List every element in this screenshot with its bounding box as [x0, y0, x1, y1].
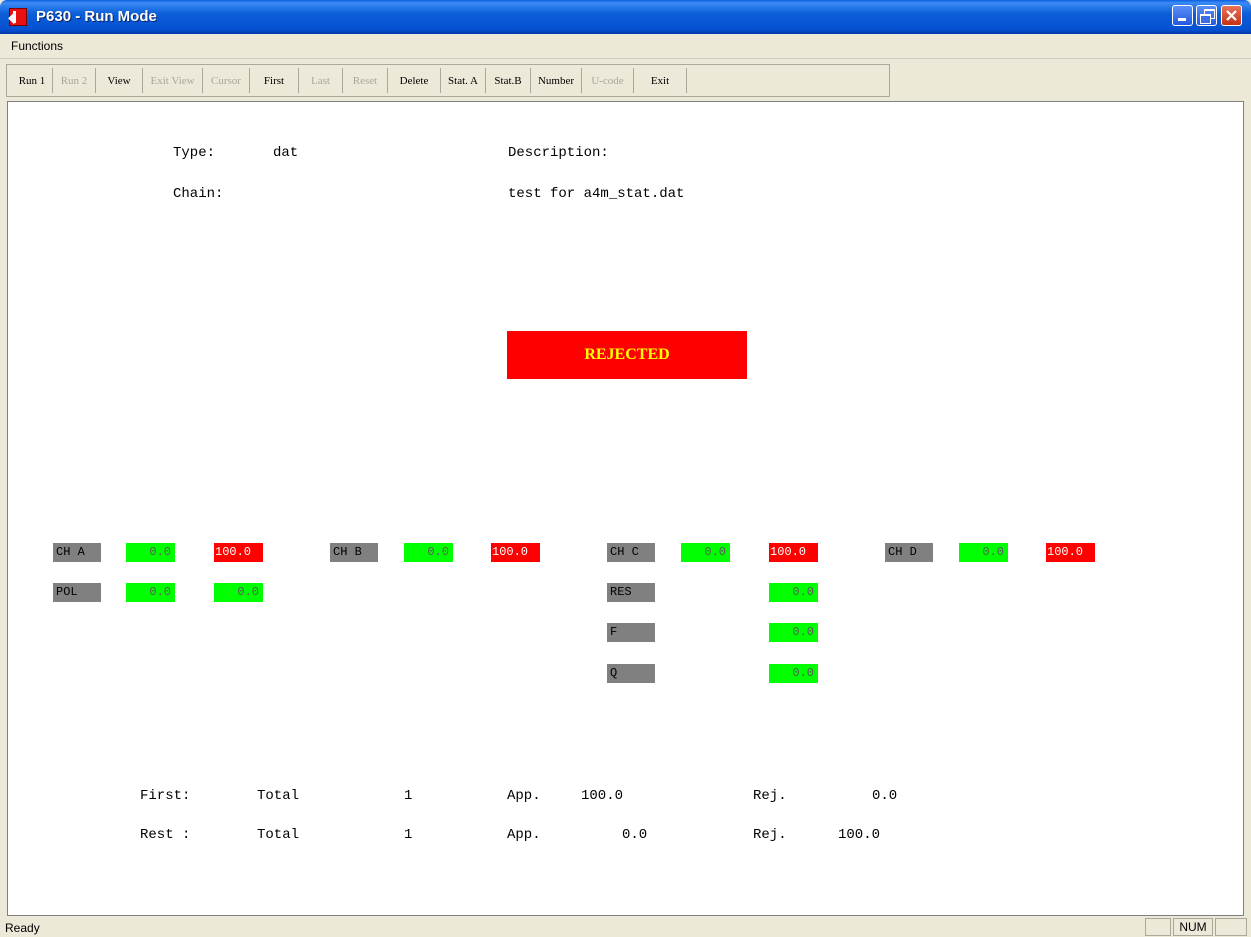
first-label: First:: [140, 788, 191, 804]
first-app-label: App.: [507, 788, 541, 804]
ch-b-high-value: 100.0: [491, 543, 540, 562]
status-bar: Ready NUM: [0, 917, 1251, 937]
window-title: P630 - Run Mode: [36, 8, 157, 25]
ch-d-label: CH D: [885, 543, 933, 562]
app-logo-icon: [9, 8, 27, 26]
exit-view-button[interactable]: Exit View: [143, 68, 203, 93]
ch-c-label: CH C: [607, 543, 655, 562]
ch-b-label: CH B: [330, 543, 378, 562]
ch-c-low-value: 0.0: [681, 543, 730, 562]
ch-a-label: CH A: [53, 543, 101, 562]
ch-b-low-value: 0.0: [404, 543, 453, 562]
last-button[interactable]: Last: [299, 68, 343, 93]
f-value: 0.0: [769, 623, 818, 642]
delete-button[interactable]: Delete: [388, 68, 441, 93]
first-rej-label: Rej.: [753, 788, 787, 804]
rest-total-label: Total: [257, 827, 300, 843]
run-2-button[interactable]: Run 2: [53, 68, 96, 93]
description-value: test for a4m_stat.dat: [508, 186, 685, 202]
rest-total-value: 1: [404, 827, 413, 843]
close-button[interactable]: [1221, 5, 1242, 26]
res-label: RES: [607, 583, 655, 602]
reset-button[interactable]: Reset: [343, 68, 388, 93]
rest-app-label: App.: [507, 827, 541, 843]
res-value: 0.0: [769, 583, 818, 602]
status-panel-caps: [1145, 918, 1171, 936]
ch-c-high-value: 100.0: [769, 543, 818, 562]
first-button[interactable]: First: [250, 68, 299, 93]
cursor-button[interactable]: Cursor: [203, 68, 250, 93]
menu-bar: Functions: [0, 34, 1251, 59]
view-button[interactable]: View: [96, 68, 143, 93]
type-label: Type:: [173, 145, 216, 161]
menu-functions[interactable]: Functions: [11, 39, 63, 53]
chain-label: Chain:: [173, 186, 224, 202]
toolbar: Run 1 Run 2 View Exit View Cursor First …: [6, 64, 890, 97]
restore-button[interactable]: [1196, 5, 1217, 26]
minimize-button[interactable]: [1172, 5, 1193, 26]
exit-button[interactable]: Exit: [634, 68, 687, 93]
rest-app-value: 0.0: [622, 827, 648, 843]
description-label: Description:: [508, 145, 609, 161]
run-mode-view: Type: dat Chain: Description: test for a…: [7, 101, 1244, 916]
pol-label: POL: [53, 583, 101, 602]
q-value: 0.0: [769, 664, 818, 683]
first-app-value: 100.0: [581, 788, 624, 804]
rest-label: Rest :: [140, 827, 191, 843]
result-status-banner: REJECTED: [507, 331, 747, 379]
ch-a-high-value: 100.0: [214, 543, 263, 562]
q-label: Q: [607, 664, 655, 683]
first-total-label: Total: [257, 788, 300, 804]
first-total-value: 1: [404, 788, 413, 804]
status-panel-scroll: [1215, 918, 1247, 936]
type-value: dat: [273, 145, 299, 161]
minimize-icon: [1178, 18, 1186, 21]
run-1-button[interactable]: Run 1: [12, 68, 53, 93]
stat-a-button[interactable]: Stat. A: [441, 68, 486, 93]
number-button[interactable]: Number: [531, 68, 582, 93]
stat-b-button[interactable]: Stat.B: [486, 68, 531, 93]
rest-rej-value: 100.0: [838, 827, 881, 843]
title-bar[interactable]: P630 - Run Mode: [0, 0, 1251, 34]
status-panel-num: NUM: [1173, 918, 1213, 936]
u-code-button[interactable]: U-code: [582, 68, 634, 93]
close-icon: [1226, 10, 1237, 21]
first-rej-value: 0.0: [872, 788, 898, 804]
ch-d-low-value: 0.0: [959, 543, 1008, 562]
ch-a-low-value: 0.0: [126, 543, 175, 562]
pol-value-1: 0.0: [126, 583, 175, 602]
rest-rej-label: Rej.: [753, 827, 787, 843]
status-text: Ready: [5, 921, 40, 935]
f-label: F: [607, 623, 655, 642]
pol-value-2: 0.0: [214, 583, 263, 602]
ch-d-high-value: 100.0: [1046, 543, 1095, 562]
